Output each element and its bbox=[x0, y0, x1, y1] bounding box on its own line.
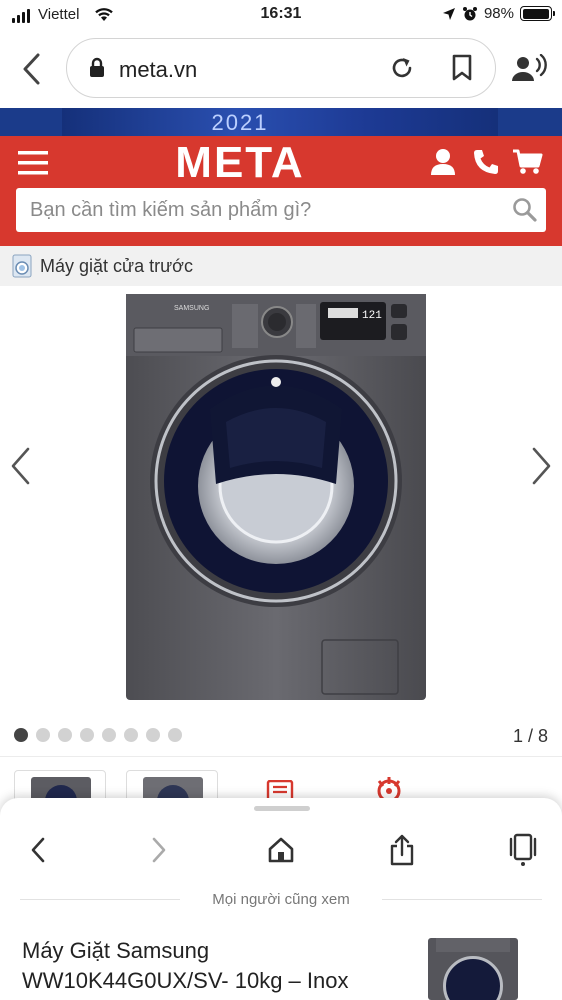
search-icon[interactable] bbox=[512, 197, 538, 223]
specs-icon[interactable] bbox=[266, 780, 294, 800]
pagination-dot[interactable] bbox=[146, 728, 160, 742]
alarm-icon bbox=[462, 6, 477, 20]
gallery-next-icon[interactable] bbox=[528, 446, 554, 486]
separator-text: Mọi người cũng xem bbox=[212, 891, 350, 908]
search-input[interactable] bbox=[30, 188, 500, 232]
browser-bottom-sheet: Mọi người cũng xem Máy Giặt Samsung WW10… bbox=[0, 798, 562, 1000]
bookmark-icon[interactable] bbox=[451, 54, 473, 82]
pagination-dot[interactable] bbox=[58, 728, 72, 742]
search-box[interactable] bbox=[16, 188, 546, 232]
address-bar[interactable]: meta.vn bbox=[66, 38, 496, 98]
nav-home-button[interactable] bbox=[259, 828, 303, 872]
nav-forward-button[interactable] bbox=[137, 828, 181, 872]
pagination-dot[interactable] bbox=[124, 728, 138, 742]
promo-banner[interactable]: 2021 bbox=[0, 108, 562, 136]
gallery-counter: 1 / 8 bbox=[512, 726, 548, 746]
washing-machine-icon bbox=[12, 254, 32, 278]
category-breadcrumb[interactable]: Máy giặt cửa trước bbox=[0, 246, 562, 286]
pagination-dot[interactable] bbox=[102, 728, 116, 742]
tabs-icon bbox=[509, 833, 537, 866]
product-image[interactable]: SAMSUNG 121 bbox=[126, 294, 426, 700]
divider bbox=[0, 756, 562, 757]
phone-icon[interactable] bbox=[472, 148, 500, 176]
home-icon bbox=[268, 837, 294, 863]
pagination-dot[interactable] bbox=[168, 728, 182, 742]
battery-percent: 98% bbox=[483, 5, 514, 22]
pagination-dot[interactable] bbox=[80, 728, 94, 742]
chevron-left-icon[interactable] bbox=[20, 52, 44, 86]
site-logo[interactable]: META bbox=[0, 138, 480, 188]
battery-icon bbox=[520, 6, 555, 21]
browser-toolbar: meta.vn bbox=[0, 30, 562, 108]
suggestion-image[interactable] bbox=[428, 938, 518, 1000]
gallery-pagination[interactable] bbox=[14, 728, 182, 742]
share-icon bbox=[390, 834, 414, 866]
svg-text:121: 121 bbox=[362, 310, 382, 322]
forward-icon bbox=[152, 837, 166, 863]
sheet-handle[interactable] bbox=[254, 806, 310, 811]
product-brand: SAMSUNG bbox=[174, 305, 209, 312]
status-bar: Viettel 16:31 98% bbox=[0, 0, 562, 30]
pagination-dot[interactable] bbox=[14, 728, 28, 742]
warranty-icon[interactable] bbox=[372, 776, 406, 800]
status-right: 98% bbox=[442, 5, 555, 22]
url-text[interactable]: meta.vn bbox=[119, 57, 197, 83]
suggestion-title[interactable]: Máy Giặt Samsung WW10K44G0UX/SV- 10kg – … bbox=[22, 936, 402, 996]
back-icon bbox=[31, 837, 45, 863]
banner-text: 2021 bbox=[211, 110, 269, 135]
reload-icon[interactable] bbox=[389, 55, 415, 81]
gallery-prev-icon[interactable] bbox=[8, 446, 34, 486]
lock-icon bbox=[90, 57, 104, 77]
location-icon bbox=[442, 7, 455, 20]
cart-icon[interactable] bbox=[512, 148, 544, 176]
nav-tabs-button[interactable] bbox=[501, 828, 545, 872]
pagination-dot[interactable] bbox=[36, 728, 50, 742]
site-header: META bbox=[0, 136, 562, 246]
nav-share-button[interactable] bbox=[380, 828, 424, 872]
account-icon[interactable] bbox=[430, 148, 456, 176]
nav-back-button[interactable] bbox=[16, 828, 60, 872]
category-label[interactable]: Máy giặt cửa trước bbox=[40, 256, 193, 277]
voice-icon[interactable] bbox=[512, 54, 548, 84]
